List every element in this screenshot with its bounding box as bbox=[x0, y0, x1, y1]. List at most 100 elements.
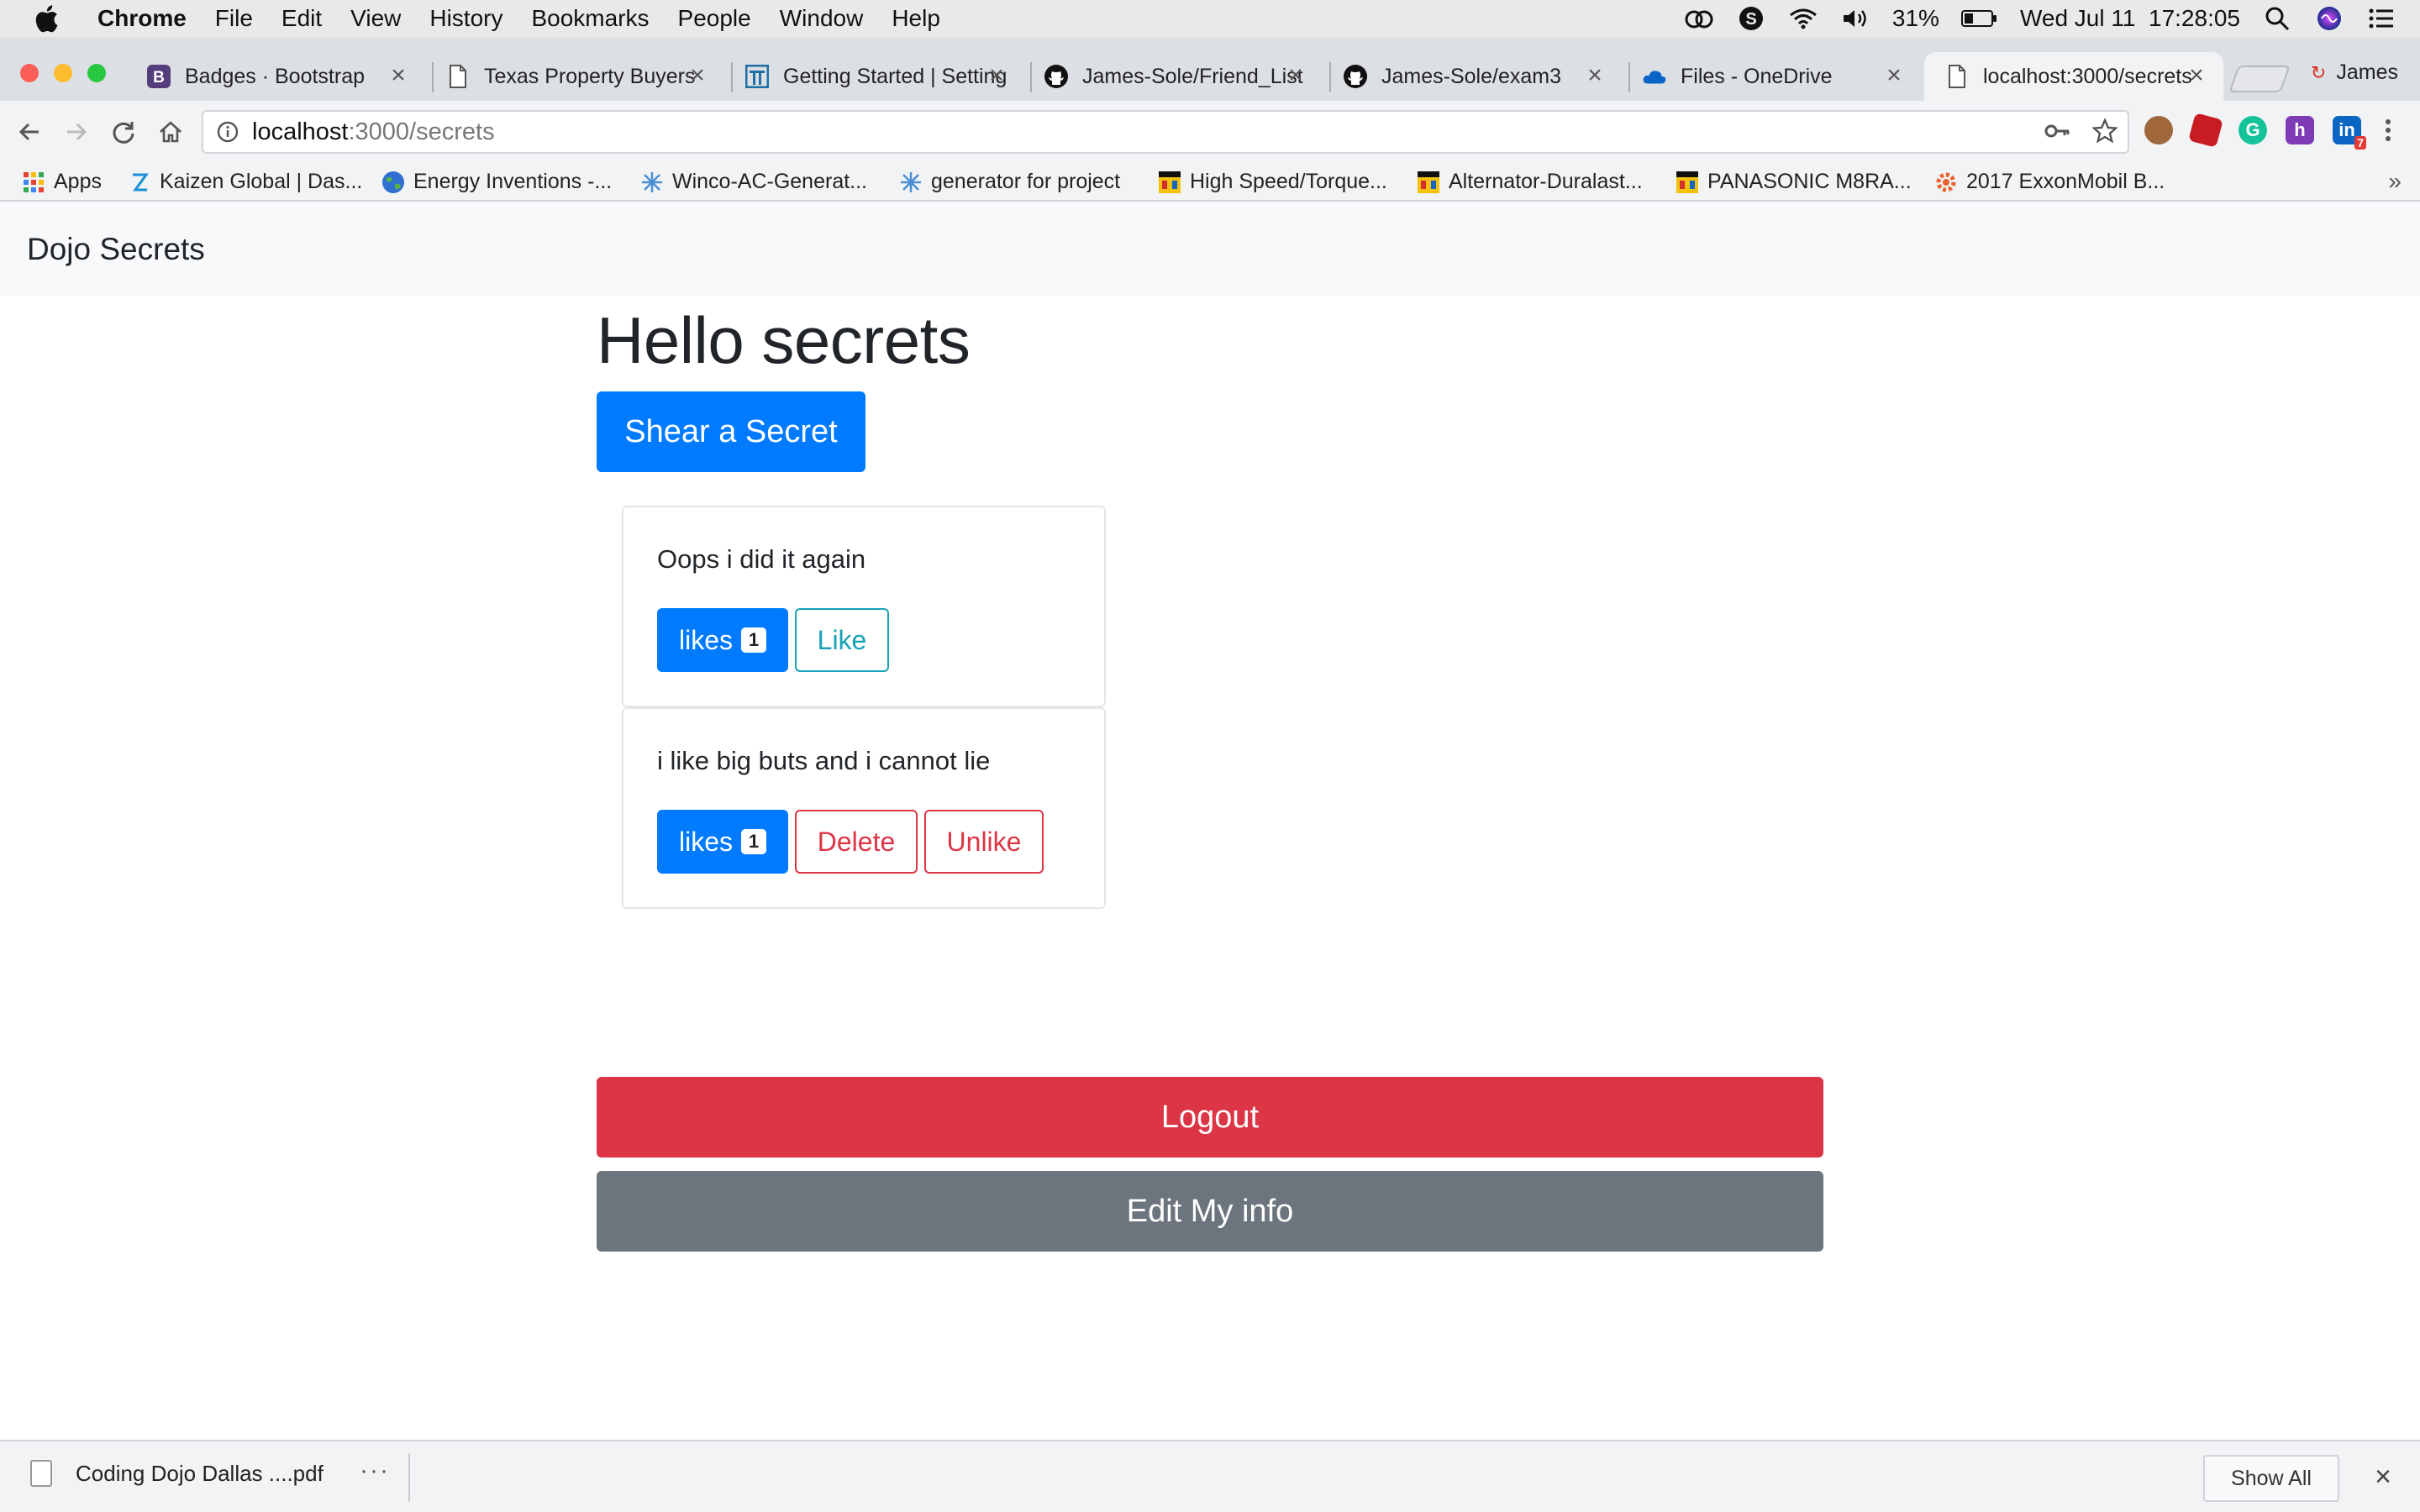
tab-title: localhost:3000/secrets bbox=[1983, 64, 2192, 88]
svg-text:S: S bbox=[1745, 10, 1756, 29]
siri-icon[interactable] bbox=[2314, 3, 2344, 34]
tab-close-icon[interactable]: × bbox=[387, 61, 410, 89]
tab-title: James-Sole/Friend_List bbox=[1082, 64, 1303, 88]
extension-badge: 7 bbox=[2354, 136, 2366, 150]
skype-icon[interactable]: S bbox=[1736, 3, 1766, 34]
profile-name: James bbox=[2336, 60, 2398, 84]
bookmarks-bar: Apps Kaizen Global | Das... Energy Inven… bbox=[0, 163, 2420, 202]
tab-close-icon[interactable]: × bbox=[985, 61, 1008, 89]
kaizen-icon bbox=[128, 171, 151, 194]
likes-count-badge: 1 bbox=[741, 829, 766, 854]
notification-center-icon[interactable] bbox=[2366, 3, 2396, 34]
volume-icon[interactable] bbox=[1840, 3, 1870, 34]
ruby-extension-icon[interactable] bbox=[2188, 113, 2223, 148]
forward-button[interactable] bbox=[59, 114, 94, 150]
tab-onedrive-files[interactable]: Files - OneDrive × bbox=[1622, 52, 1921, 101]
tab-github-exam3[interactable]: James-Sole/exam3 × bbox=[1323, 52, 1622, 101]
wifi-icon[interactable] bbox=[1788, 3, 1818, 34]
bookmark-exxonmobil[interactable]: 2017 ExxonMobil B... bbox=[1934, 170, 2165, 194]
tab-github-friend-list[interactable]: James-Sole/Friend_List × bbox=[1023, 52, 1323, 101]
logout-button[interactable]: Logout bbox=[597, 1077, 1823, 1158]
delete-button[interactable]: Delete bbox=[795, 810, 918, 874]
bookmarks-overflow-icon[interactable]: » bbox=[2388, 168, 2402, 195]
show-all-downloads-button[interactable]: Show All bbox=[2203, 1455, 2339, 1502]
bookmark-alternator[interactable]: Alternator-Duralast... bbox=[1417, 170, 1643, 194]
tab-close-icon[interactable]: × bbox=[686, 61, 709, 89]
navbar-brand[interactable]: Dojo Secrets bbox=[27, 232, 205, 267]
menu-help[interactable]: Help bbox=[892, 5, 940, 32]
bookmark-label: Apps bbox=[54, 170, 102, 193]
download-file-name: Coding Dojo Dallas ....pdf bbox=[76, 1460, 324, 1486]
bookmark-winco[interactable]: Winco-AC-Generat... bbox=[640, 170, 867, 194]
bookmark-label: High Speed/Torque... bbox=[1190, 170, 1387, 193]
creative-cloud-icon[interactable] bbox=[1684, 3, 1714, 34]
cookie-extension-icon[interactable] bbox=[2144, 116, 2173, 144]
download-options-icon[interactable]: ··· bbox=[360, 1457, 390, 1485]
edit-info-button[interactable]: Edit My info bbox=[597, 1171, 1823, 1252]
tab-texas-property[interactable]: Texas Property Buyers × bbox=[425, 52, 724, 101]
home-button[interactable] bbox=[153, 114, 188, 150]
key-icon[interactable] bbox=[2044, 118, 2070, 150]
tab-close-icon[interactable]: × bbox=[1284, 61, 1307, 89]
profile-button[interactable]: ↻ James bbox=[2311, 60, 2398, 85]
share-secret-button[interactable]: Shear a Secret bbox=[597, 391, 865, 472]
bookmark-kaizen[interactable]: Kaizen Global | Das... bbox=[128, 170, 362, 194]
zoom-window-button[interactable] bbox=[87, 64, 106, 82]
globe-icon bbox=[381, 171, 405, 194]
tab-close-icon[interactable]: × bbox=[1882, 61, 1906, 89]
bookmark-star-icon[interactable] bbox=[2091, 117, 2118, 150]
honey-icon[interactable]: h bbox=[2286, 116, 2314, 144]
menu-view[interactable]: View bbox=[350, 5, 401, 32]
grammarly-icon[interactable]: G bbox=[2238, 116, 2267, 144]
tab-localhost-secrets[interactable]: localhost:3000/secrets × bbox=[1924, 52, 2223, 101]
menu-edit[interactable]: Edit bbox=[281, 5, 322, 32]
tab-title: Texas Property Buyers bbox=[484, 64, 696, 88]
menu-file[interactable]: File bbox=[215, 5, 253, 32]
bookmark-apps[interactable]: Apps bbox=[22, 170, 102, 194]
menu-window[interactable]: Window bbox=[780, 5, 864, 32]
close-shelf-icon[interactable]: × bbox=[2366, 1460, 2400, 1494]
likes-count-badge: 1 bbox=[741, 627, 766, 653]
menu-history[interactable]: History bbox=[429, 5, 502, 32]
page-icon bbox=[445, 64, 471, 89]
tab-bootstrap-badges[interactable]: B Badges · Bootstrap × bbox=[126, 52, 425, 101]
back-button[interactable] bbox=[12, 114, 47, 150]
menu-app-name[interactable]: Chrome bbox=[97, 5, 187, 32]
spotlight-search-icon[interactable] bbox=[2262, 3, 2292, 34]
tab-getting-started[interactable]: Getting Started | Settings × bbox=[724, 52, 1023, 101]
tab-strip: B Badges · Bootstrap × Texas Property Bu… bbox=[0, 37, 2420, 101]
page-viewport: Dojo Secrets Hello secrets Shear a Secre… bbox=[0, 202, 2420, 1440]
menu-people[interactable]: People bbox=[678, 5, 751, 32]
github-icon bbox=[1343, 64, 1368, 89]
store-icon bbox=[1417, 171, 1440, 194]
close-window-button[interactable] bbox=[20, 64, 39, 82]
tab-close-icon[interactable]: × bbox=[1583, 61, 1607, 89]
menu-bookmarks[interactable]: Bookmarks bbox=[531, 5, 649, 32]
tab-close-icon[interactable]: × bbox=[2185, 61, 2208, 89]
minimize-window-button[interactable] bbox=[54, 64, 72, 82]
apple-icon[interactable] bbox=[22, 0, 71, 37]
secret-text: Oops i did it again bbox=[657, 544, 866, 574]
battery-percent: 31% bbox=[1891, 5, 1939, 31]
new-tab-button[interactable] bbox=[2228, 66, 2291, 92]
like-button[interactable]: Like bbox=[795, 608, 889, 672]
tab-title: Files - OneDrive bbox=[1681, 64, 1833, 88]
bookmark-generator-project[interactable]: generator for project bbox=[899, 170, 1120, 194]
onedrive-icon bbox=[1642, 64, 1667, 89]
unlike-button[interactable]: Unlike bbox=[924, 810, 1044, 874]
site-info-icon[interactable] bbox=[215, 119, 240, 144]
address-bar[interactable]: localhost:3000/secrets bbox=[202, 110, 2129, 154]
bookmark-label: generator for project bbox=[931, 170, 1121, 193]
linkedin-extension-icon[interactable]: in 7 bbox=[2333, 116, 2366, 150]
bookmark-high-speed[interactable]: High Speed/Torque... bbox=[1158, 170, 1387, 194]
battery-icon[interactable] bbox=[1960, 3, 1998, 34]
likes-button[interactable]: likes 1 bbox=[657, 608, 788, 672]
reload-button[interactable] bbox=[106, 114, 141, 150]
bookmark-label: 2017 ExxonMobil B... bbox=[1966, 170, 2165, 193]
bookmark-panasonic[interactable]: PANASONIC M8RA... bbox=[1676, 170, 1912, 194]
chrome-menu-icon[interactable] bbox=[2380, 116, 2396, 144]
download-item[interactable]: Coding Dojo Dallas ....pdf bbox=[30, 1460, 324, 1487]
bookmark-energy-inventions[interactable]: Energy Inventions -... bbox=[381, 170, 612, 194]
likes-button[interactable]: likes 1 bbox=[657, 810, 788, 874]
menubar-clock[interactable]: Wed Jul 11 17:28:05 bbox=[2020, 5, 2240, 32]
